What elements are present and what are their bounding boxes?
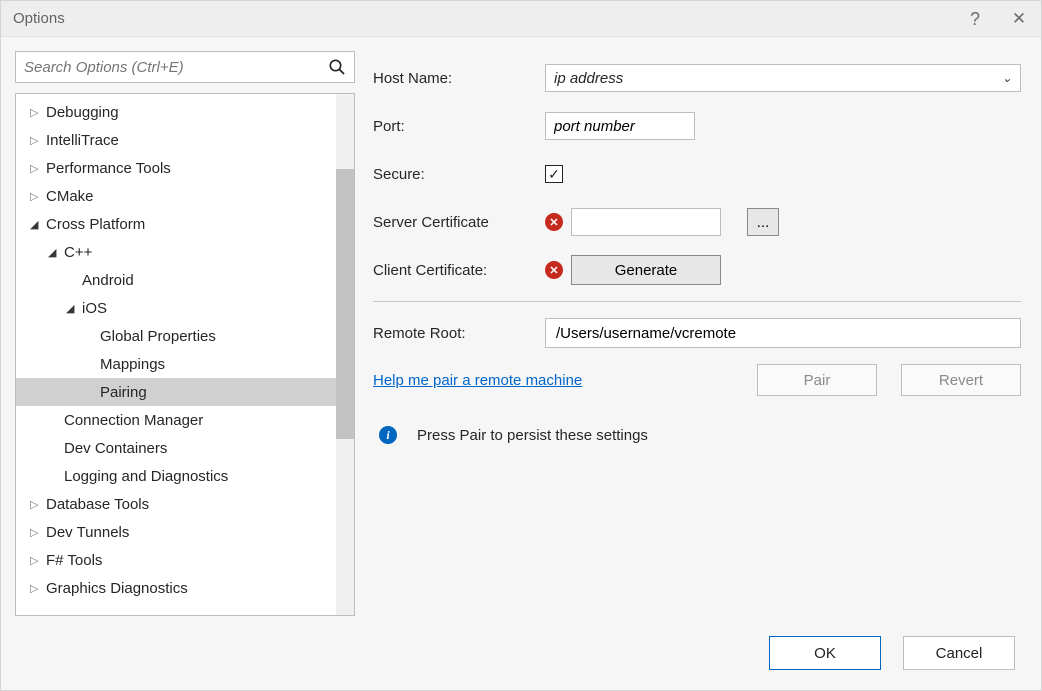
revert-button[interactable]: Revert: [901, 364, 1021, 396]
tree-item-label: Database Tools: [46, 496, 149, 513]
ok-button[interactable]: OK: [769, 636, 881, 670]
tree-item[interactable]: Mappings: [16, 350, 354, 378]
scrollbar-thumb[interactable]: [336, 169, 354, 439]
error-icon: [545, 261, 563, 279]
search-icon[interactable]: [320, 58, 354, 76]
hostname-label: Host Name:: [373, 70, 537, 87]
tree-item[interactable]: ▷ Performance Tools: [16, 154, 354, 182]
search-input[interactable]: [16, 59, 320, 76]
hostname-select[interactable]: ip address ⌄: [545, 64, 1021, 92]
collapse-icon[interactable]: ◢: [48, 246, 60, 259]
browse-button[interactable]: ...: [747, 208, 779, 236]
tree-item[interactable]: Global Properties: [16, 322, 354, 350]
tree-item-label: C++: [64, 244, 92, 261]
tree-item-label: Debugging: [46, 104, 119, 121]
remote-root-input[interactable]: [545, 318, 1021, 348]
tree-item-label: iOS: [82, 300, 107, 317]
tree-item-label: Performance Tools: [46, 160, 171, 177]
dialog-footer: OK Cancel: [1, 616, 1041, 690]
tree-item-label: Connection Manager: [64, 412, 203, 429]
tree-item[interactable]: ▷ Dev Tunnels: [16, 518, 354, 546]
generate-button[interactable]: Generate: [571, 255, 721, 285]
titlebar: Options: [1, 1, 1041, 37]
expand-icon[interactable]: ▷: [30, 162, 42, 175]
remote-root-label: Remote Root:: [373, 325, 537, 342]
tree-item[interactable]: Dev Containers: [16, 434, 354, 462]
tree-item-label: Android: [82, 272, 134, 289]
expand-icon[interactable]: ▷: [30, 106, 42, 119]
tree-item-label: Graphics Diagnostics: [46, 580, 188, 597]
search-box[interactable]: [15, 51, 355, 83]
options-tree[interactable]: ▷ Debugging ▷ IntelliTrace ▷ Performance Tool…: [15, 93, 355, 616]
tree-item[interactable]: ▷ Debugging: [16, 98, 354, 126]
pair-button[interactable]: Pair: [757, 364, 877, 396]
close-icon[interactable]: [1007, 7, 1031, 31]
port-input[interactable]: [545, 112, 695, 140]
tree-item[interactable]: ◢ Cross Platform: [16, 210, 354, 238]
tree-item[interactable]: ◢ C++: [16, 238, 354, 266]
expand-icon[interactable]: ▷: [30, 582, 42, 595]
scrollbar-track[interactable]: [336, 94, 354, 615]
info-icon: [379, 426, 397, 444]
tree-item-label: Mappings: [100, 356, 165, 373]
left-panel: ▷ Debugging ▷ IntelliTrace ▷ Performance Tool…: [15, 51, 355, 616]
secure-label: Secure:: [373, 166, 537, 183]
tree-item[interactable]: ▷ IntelliTrace: [16, 126, 354, 154]
tree-item-label: F# Tools: [46, 552, 102, 569]
tree-item-label: Dev Tunnels: [46, 524, 129, 541]
tree-item[interactable]: ▷ F# Tools: [16, 546, 354, 574]
collapse-icon[interactable]: ◢: [66, 302, 78, 315]
expand-icon[interactable]: ▷: [30, 190, 42, 203]
window-title: Options: [13, 10, 65, 27]
info-text: Press Pair to persist these settings: [417, 427, 648, 444]
expand-icon[interactable]: ▷: [30, 526, 42, 539]
tree-item-label: CMake: [46, 188, 94, 205]
collapse-icon[interactable]: ◢: [30, 218, 42, 231]
expand-icon[interactable]: ▷: [30, 498, 42, 511]
secure-checkbox[interactable]: ✓: [545, 165, 563, 183]
pair-help-link[interactable]: Help me pair a remote machine: [373, 372, 582, 389]
expand-icon[interactable]: ▷: [30, 134, 42, 147]
tree-item-label: IntelliTrace: [46, 132, 119, 149]
tree-item[interactable]: Connection Manager: [16, 406, 354, 434]
chevron-down-icon: ⌄: [1002, 71, 1012, 85]
tree-item-label: Global Properties: [100, 328, 216, 345]
cancel-button[interactable]: Cancel: [903, 636, 1015, 670]
server-cert-input[interactable]: [571, 208, 721, 236]
tree-item[interactable]: Logging and Diagnostics: [16, 462, 354, 490]
tree-item-label: Logging and Diagnostics: [64, 468, 228, 485]
client-cert-label: Client Certificate:: [373, 262, 537, 279]
tree-item[interactable]: ▷ Database Tools: [16, 490, 354, 518]
tree-item[interactable]: Pairing: [16, 378, 354, 406]
tree-item[interactable]: ▷ CMake: [16, 182, 354, 210]
server-cert-label: Server Certificate: [373, 214, 537, 231]
hostname-value: ip address: [554, 70, 623, 87]
tree-item-label: Cross Platform: [46, 216, 145, 233]
tree-item[interactable]: ◢ iOS: [16, 294, 354, 322]
port-label: Port:: [373, 118, 537, 135]
tree-item-label: Dev Containers: [64, 440, 167, 457]
tree-item-label: Pairing: [100, 384, 147, 401]
tree-item[interactable]: Android: [16, 266, 354, 294]
tree-item[interactable]: ▷ Graphics Diagnostics: [16, 574, 354, 602]
error-icon: [545, 213, 563, 231]
settings-panel: Host Name: ip address ⌄ Port: Secure: ✓ …: [373, 51, 1027, 616]
help-icon[interactable]: [963, 7, 987, 31]
expand-icon[interactable]: ▷: [30, 554, 42, 567]
divider: [373, 301, 1021, 302]
